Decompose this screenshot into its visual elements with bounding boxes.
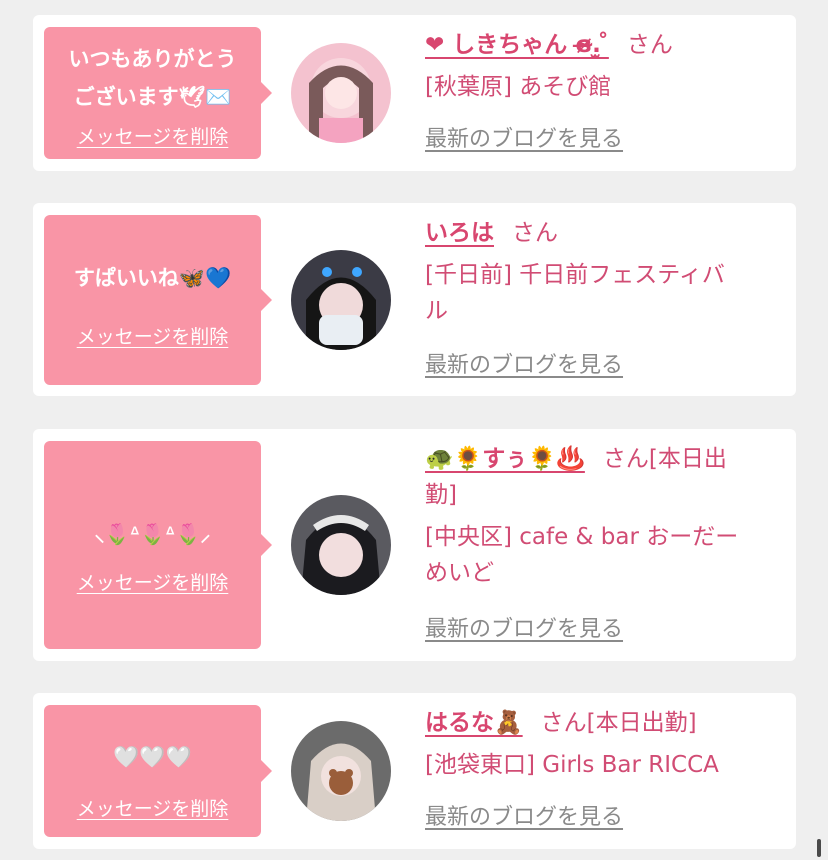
girl-info: いろは さん [千日前] 千日前フェスティバ ル bbox=[425, 215, 787, 329]
latest-blog-link[interactable]: 最新のブログを見る bbox=[425, 125, 623, 155]
message-card: 🤍🤍🤍 メッセージを削除 はるな🧸 さん[本日出勤] [池袋東口] Girls B… bbox=[33, 693, 796, 849]
message-bubble: 🤍🤍🤍 メッセージを削除 bbox=[44, 705, 272, 837]
message-text-line1: いつもありがとう bbox=[68, 47, 237, 71]
latest-blog-link[interactable]: 最新のブログを見る bbox=[425, 351, 623, 381]
delete-message-link[interactable]: メッセージを削除 bbox=[44, 125, 261, 149]
work-status: [本日出 bbox=[648, 446, 727, 472]
shop-name-line2: めいど bbox=[425, 560, 494, 586]
message-text: すぱいいね🦋💙 bbox=[73, 266, 232, 290]
shop-name: [秋葉原] あそび館 bbox=[425, 74, 612, 100]
girl-info: 🐢🌻すぅ🌻♨️ さん[本日出 勤] [中央区] cafe & bar おーだー め… bbox=[425, 441, 787, 591]
latest-blog-link[interactable]: 最新のブログを見る bbox=[425, 615, 623, 645]
honorific: さん bbox=[540, 710, 587, 736]
girl-name-link[interactable]: 🐢🌻すぅ🌻♨️ bbox=[425, 446, 585, 472]
message-text: ⸜🌷ᐞ🌷ᐞ🌷⸝ bbox=[94, 522, 211, 546]
girl-name-link[interactable]: いろは bbox=[425, 220, 494, 246]
shop-name-line1: [中央区] cafe & bar おーだー bbox=[425, 524, 739, 550]
latest-blog-link[interactable]: 最新のブログを見る bbox=[425, 803, 623, 833]
shop-name-line1: [千日前] 千日前フェスティバ bbox=[425, 262, 725, 288]
delete-message-link[interactable]: メッセージを削除 bbox=[44, 797, 261, 821]
message-bubble: いつもありがとう ございます🕊✉️ メッセージを削除 bbox=[44, 27, 272, 159]
scrollbar[interactable] bbox=[817, 839, 821, 857]
message-card: ⸜🌷ᐞ🌷ᐞ🌷⸝ メッセージを削除 🐢🌻すぅ🌻♨️ さん[本日出 勤] [中央区] … bbox=[33, 429, 796, 661]
message-bubble: すぱいいね🦋💙 メッセージを削除 bbox=[44, 215, 272, 385]
honorific: さん bbox=[602, 446, 649, 472]
work-status: [本日出勤] bbox=[586, 710, 697, 736]
shop-name-line2: ル bbox=[425, 298, 448, 324]
avatar[interactable] bbox=[291, 43, 391, 143]
girl-name-link[interactable]: ❤ しきちゃん ɞ̴̶̷.̫ ̊ bbox=[425, 32, 609, 58]
delete-message-link[interactable]: メッセージを削除 bbox=[44, 571, 261, 595]
work-status-cont: 勤] bbox=[425, 482, 457, 508]
message-card: いつもありがとう ございます🕊✉️ メッセージを削除 ❤ しきちゃん ɞ̴̶̷.… bbox=[33, 15, 796, 171]
girl-info: ❤ しきちゃん ɞ̴̶̷.̫ ̊ さん [秋葉原] あそび館 bbox=[425, 27, 787, 105]
girl-info: はるな🧸 さん[本日出勤] [池袋東口] Girls Bar RICCA bbox=[425, 705, 787, 783]
message-card: すぱいいね🦋💙 メッセージを削除 いろは さん [千日前] 千日前フェスティバ ル… bbox=[33, 203, 796, 396]
message-text: 🤍🤍🤍 bbox=[113, 745, 192, 769]
delete-message-link[interactable]: メッセージを削除 bbox=[44, 325, 261, 349]
honorific: さん bbox=[626, 32, 673, 58]
avatar[interactable] bbox=[291, 250, 391, 350]
honorific: さん bbox=[512, 220, 558, 246]
avatar[interactable] bbox=[291, 495, 391, 595]
avatar[interactable] bbox=[291, 721, 391, 821]
message-bubble: ⸜🌷ᐞ🌷ᐞ🌷⸝ メッセージを削除 bbox=[44, 441, 272, 649]
message-text-line2: ございます🕊✉️ bbox=[73, 85, 232, 109]
girl-name-link[interactable]: はるな🧸 bbox=[425, 710, 523, 736]
shop-name: [池袋東口] Girls Bar RICCA bbox=[425, 752, 719, 778]
